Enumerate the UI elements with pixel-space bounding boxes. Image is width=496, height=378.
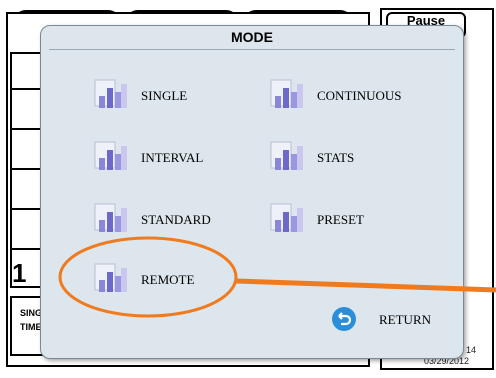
mode-standard-button[interactable]: STANDARD [93,202,223,236]
mode-preset-button[interactable]: PRESET [269,202,389,236]
chart-icon [94,203,127,232]
left-column [10,52,42,288]
mode-dialog: MODE SINGLE CONTINUOUS INTERVAL STATS ST… [40,25,464,359]
title-divider [49,49,455,50]
mode-stats-button[interactable]: STATS [269,140,389,174]
return-button[interactable]: RETURN [331,304,441,336]
dialog-title: MODE [231,29,273,45]
info-text: SING TIME [20,306,42,334]
chart-icon [94,263,127,292]
mode-label: PRESET [317,212,364,227]
channel-number: 1 [12,258,27,288]
chart-icon [270,203,303,232]
return-label: RETURN [379,312,431,327]
chart-icon [94,141,127,170]
chart-icon [270,79,303,108]
info-line-2: TIME [20,322,42,332]
mode-remote-button[interactable]: REMOTE [93,262,213,296]
chart-icon [94,79,127,108]
mode-continuous-button[interactable]: CONTINUOUS [269,78,419,112]
mode-interval-button[interactable]: INTERVAL [93,140,213,174]
readout-number: 14 [466,345,477,355]
mode-label: STATS [317,150,355,165]
info-line-1: SING [20,308,43,318]
mode-label: SINGLE [141,88,188,103]
mode-label: CONTINUOUS [317,88,402,103]
mode-label: REMOTE [141,272,195,287]
chart-icon [270,141,303,170]
mode-label: STANDARD [141,212,211,227]
mode-label: INTERVAL [141,150,204,165]
return-arrow-icon [332,307,356,331]
mode-single-button[interactable]: SINGLE [93,78,213,112]
